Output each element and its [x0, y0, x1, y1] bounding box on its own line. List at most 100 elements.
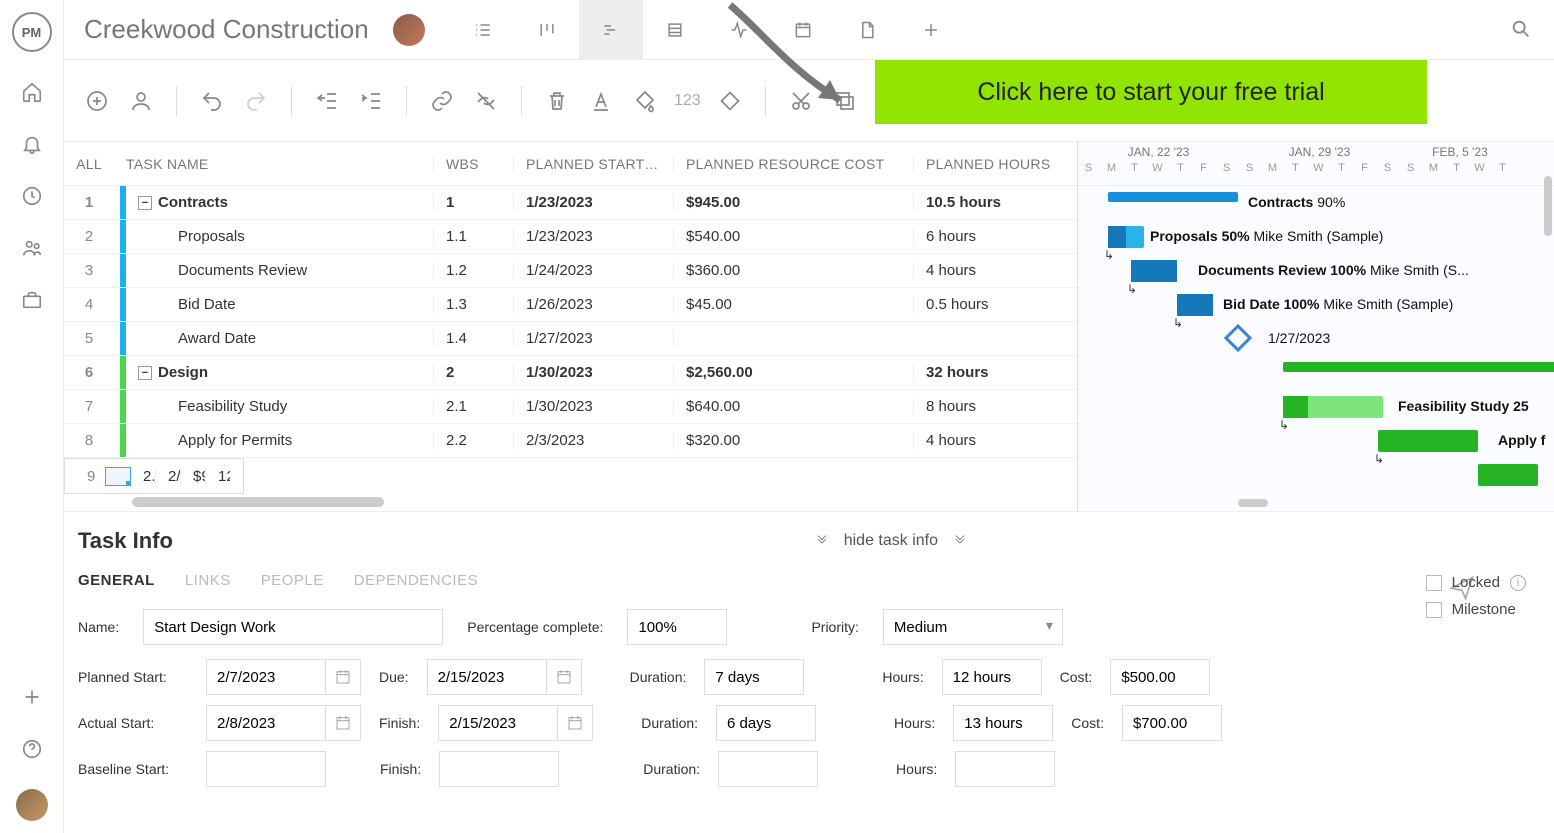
table-row[interactable]: 8Apply for Permits2.22/3/2023$320.004 ho… [64, 424, 1077, 458]
input-duration-a[interactable] [716, 705, 816, 741]
gantt-bar[interactable] [1283, 362, 1554, 372]
collapse-icon[interactable]: − [138, 196, 152, 210]
gantt-bar[interactable] [1378, 430, 1478, 452]
delete-icon[interactable] [542, 86, 572, 116]
input-pct[interactable] [627, 609, 727, 645]
gantt-bar[interactable] [1108, 226, 1144, 248]
view-file[interactable] [835, 0, 899, 60]
indent-icon[interactable] [356, 86, 386, 116]
cell-name[interactable]: −Contracts [126, 194, 434, 211]
col-planned-start[interactable]: PLANNED START ... [514, 156, 674, 172]
team-icon[interactable] [20, 236, 44, 260]
cell-name[interactable]: Feasibility Study [126, 398, 434, 415]
cell-name[interactable]: Documents Review [126, 262, 434, 279]
input-due[interactable] [427, 659, 547, 695]
table-row[interactable]: 7Feasibility Study2.11/30/2023$640.008 h… [64, 390, 1077, 424]
milestone-icon[interactable] [715, 86, 745, 116]
hide-task-info[interactable]: hide task info [814, 532, 968, 550]
view-board[interactable] [515, 0, 579, 60]
view-activity[interactable] [707, 0, 771, 60]
gantt-vscroll[interactable] [1544, 176, 1552, 236]
table-row[interactable]: 5Award Date1.41/27/2023 [64, 322, 1077, 356]
home-icon[interactable] [20, 80, 44, 104]
input-hours-p[interactable] [942, 659, 1042, 695]
cal-actual-start[interactable] [325, 705, 361, 741]
gantt-bar[interactable] [1131, 260, 1177, 282]
view-add[interactable] [899, 0, 963, 60]
table-row[interactable]: 9Start Design Work2.32/7/2023$960.0012 h… [64, 458, 244, 494]
gantt-bar[interactable] [1177, 294, 1213, 316]
tab-dependencies[interactable]: DEPENDENCIES [354, 572, 478, 589]
cell-name[interactable]: Apply for Permits [126, 432, 434, 449]
briefcase-icon[interactable] [20, 288, 44, 312]
cell-name[interactable]: Award Date [126, 330, 434, 347]
info-icon[interactable]: i [1510, 575, 1526, 591]
cell-name[interactable]: Bid Date [126, 296, 434, 313]
tab-links[interactable]: LINKS [185, 572, 231, 589]
add-task-icon[interactable] [82, 86, 112, 116]
search-icon[interactable] [1510, 18, 1534, 42]
redo-icon[interactable] [241, 86, 271, 116]
notifications-icon[interactable] [20, 132, 44, 156]
input-name[interactable] [143, 609, 443, 645]
table-row[interactable]: 2Proposals1.11/23/2023$540.006 hours [64, 220, 1077, 254]
gantt-milestone[interactable] [1224, 324, 1252, 352]
text-color-icon[interactable] [586, 86, 616, 116]
input-duration-p[interactable] [704, 659, 804, 695]
cut-icon[interactable] [786, 86, 816, 116]
col-wbs[interactable]: WBS [434, 156, 514, 172]
flag-milestone[interactable]: Milestone [1426, 601, 1526, 618]
input-baseline-start[interactable] [206, 751, 326, 787]
table-row[interactable]: 3Documents Review1.21/24/2023$360.004 ho… [64, 254, 1077, 288]
select-priority[interactable]: Medium [883, 609, 1063, 645]
input-actual-start[interactable] [206, 705, 326, 741]
cta-banner[interactable]: Click here to start your free trial [875, 60, 1427, 124]
gantt-bar[interactable] [1283, 396, 1383, 418]
col-planned-cost[interactable]: PLANNED RESOURCE COST [674, 156, 914, 172]
copy-icon[interactable] [830, 86, 860, 116]
input-hours-b[interactable] [955, 751, 1055, 787]
view-list[interactable] [451, 0, 515, 60]
assign-icon[interactable] [126, 86, 156, 116]
table-row[interactable]: 1−Contracts11/23/2023$945.0010.5 hours [64, 186, 1077, 220]
cell-name[interactable]: −Design [126, 364, 434, 381]
user-avatar[interactable] [16, 789, 48, 821]
collapse-icon[interactable]: − [138, 366, 152, 380]
unlink-icon[interactable] [471, 86, 501, 116]
fill-color-icon[interactable] [630, 86, 660, 116]
input-hours-a[interactable] [953, 705, 1053, 741]
project-avatar[interactable] [393, 14, 425, 46]
tab-people[interactable]: PEOPLE [261, 572, 324, 589]
input-duration-b[interactable] [718, 751, 818, 787]
pm-logo[interactable]: PM [12, 12, 52, 52]
cal-due[interactable] [546, 659, 582, 695]
col-all[interactable]: ALL [64, 156, 114, 172]
cal-finish[interactable] [557, 705, 593, 741]
outdent-icon[interactable] [312, 86, 342, 116]
view-sheet[interactable] [643, 0, 707, 60]
input-cost-p[interactable] [1110, 659, 1210, 695]
history-icon[interactable] [20, 184, 44, 208]
undo-icon[interactable] [197, 86, 227, 116]
input-finish[interactable] [438, 705, 558, 741]
table-row[interactable]: 4Bid Date1.31/26/2023$45.000.5 hours [64, 288, 1077, 322]
gantt-hscroll[interactable] [1238, 499, 1268, 507]
flag-locked[interactable]: Lockedi [1426, 574, 1526, 591]
tab-general[interactable]: GENERAL [78, 572, 155, 589]
add-icon[interactable] [20, 685, 44, 709]
table-hscroll[interactable] [132, 497, 384, 507]
view-calendar[interactable] [771, 0, 835, 60]
help-icon[interactable] [20, 737, 44, 761]
cell-name[interactable]: Proposals [126, 228, 434, 245]
cell-name[interactable]: Start Design Work [105, 467, 131, 486]
gantt-bar[interactable] [1108, 192, 1238, 202]
input-planned-start[interactable] [206, 659, 326, 695]
col-planned-hours[interactable]: PLANNED HOURS [914, 156, 1074, 172]
table-row[interactable]: 6−Design21/30/2023$2,560.0032 hours [64, 356, 1077, 390]
cal-planned-start[interactable] [325, 659, 361, 695]
col-task-name[interactable]: TASK NAME [114, 156, 434, 172]
view-gantt[interactable] [579, 0, 643, 60]
input-baseline-finish[interactable] [439, 751, 559, 787]
link-icon[interactable] [427, 86, 457, 116]
gantt-bar[interactable] [1478, 464, 1538, 486]
